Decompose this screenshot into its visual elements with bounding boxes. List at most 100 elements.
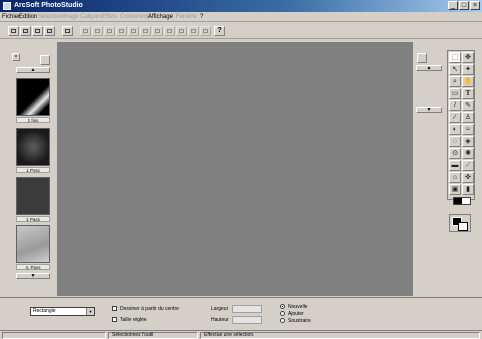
menu-edition[interactable]: Edition	[19, 13, 37, 21]
open-file-icon[interactable]	[20, 26, 31, 36]
move-tool-icon[interactable]: ✥	[462, 52, 474, 63]
fixed-size-label: Taille réglée	[120, 317, 147, 323]
sharpen-tool-icon[interactable]: ◈	[462, 136, 474, 147]
clone-tool-icon[interactable]: ◐	[449, 124, 461, 135]
crop-icon[interactable]	[140, 26, 151, 36]
eraser-tool-icon[interactable]: ▭	[449, 88, 461, 99]
status-bar: Sélectionnez l'outil Effectue une sélect…	[0, 330, 482, 339]
album-panel: × ▲ 1 fois 1 Pxss 1 Pass 4. Pass ▼	[0, 42, 57, 294]
shape-select-value: Rectangle	[33, 308, 56, 314]
height-label: Hauteur	[211, 317, 229, 323]
cut-icon[interactable]	[104, 26, 115, 36]
acquire-icon[interactable]	[32, 26, 43, 36]
smudge-tool-icon[interactable]: ≈	[462, 124, 474, 135]
width-field[interactable]	[232, 305, 262, 313]
minimize-button[interactable]: _	[448, 1, 458, 10]
print-icon[interactable]	[62, 26, 73, 36]
mode-subtract-label: Soustraire	[288, 318, 311, 324]
width-label: Largeur	[211, 306, 229, 312]
panel-scroll-up-button[interactable]: ▲	[416, 65, 442, 71]
shape-tool-icon[interactable]: ⌂	[449, 172, 461, 183]
color-picker	[449, 214, 471, 232]
panel-view-icon[interactable]	[417, 53, 427, 63]
redo-icon[interactable]	[92, 26, 103, 36]
tool-palette: ⬚ ✥ ↖ ✦ ⌕ ✋ ▭ T / ✎ ∕ ♙ ◐ ≈ ◌ ◈ ⊙ ✺ ▬ ⟋ …	[447, 50, 475, 205]
title-bar: ArcSoft PhotoStudio _ □ ×	[0, 0, 482, 12]
thumbnail-1-label: 1 fois	[16, 117, 50, 123]
rotate-icon[interactable]	[152, 26, 163, 36]
draw-from-center-label: Dessiner à partir du centre	[120, 306, 179, 312]
hand-tool-icon[interactable]: ✋	[462, 76, 474, 87]
fit-window-icon[interactable]	[200, 26, 211, 36]
mode-subtract-radio[interactable]	[280, 318, 285, 323]
brush-tool-icon[interactable]: /	[449, 100, 461, 111]
paste-icon[interactable]	[128, 26, 139, 36]
burn-tool-icon[interactable]: ✺	[462, 148, 474, 159]
help-icon[interactable]: ?	[214, 26, 225, 36]
scroll-down-button[interactable]: ▼	[16, 273, 50, 279]
thumbnail-2[interactable]	[16, 128, 50, 166]
menu-conversion[interactable]: Conversion	[120, 13, 150, 21]
menu-affichage[interactable]: Affichage	[148, 13, 173, 21]
color-swatch-icon[interactable]	[453, 197, 471, 205]
undo-icon[interactable]	[80, 26, 91, 36]
menu-effets[interactable]: Effets	[102, 13, 117, 21]
workspace-canvas[interactable]	[57, 42, 413, 296]
line-tool-icon[interactable]: ▬	[449, 160, 461, 171]
eyedropper-tool-icon[interactable]: ⟋	[462, 160, 474, 171]
scroll-up-button[interactable]: ▲	[16, 67, 50, 73]
menu-image[interactable]: Image	[62, 13, 79, 21]
stamp-tool-icon[interactable]: ▣	[449, 184, 461, 195]
background-color-swatch[interactable]	[458, 222, 468, 231]
copy-icon[interactable]	[116, 26, 127, 36]
red-eye-tool-icon[interactable]: ✜	[462, 172, 474, 183]
zoom-in-icon[interactable]	[176, 26, 187, 36]
status-hint: Effectue une sélection.	[200, 332, 480, 339]
mode-add-radio[interactable]	[280, 311, 285, 316]
dodge-tool-icon[interactable]: ⊙	[449, 148, 461, 159]
rectangle-select-tool-icon[interactable]: ⬚	[449, 52, 461, 63]
thumbnail-4[interactable]	[16, 225, 50, 263]
shape-select[interactable]: Rectangle ▼	[30, 307, 95, 316]
menu-selection[interactable]: Sélection	[38, 13, 63, 21]
zoom-out-icon[interactable]	[188, 26, 199, 36]
window-title: ArcSoft PhotoStudio	[14, 2, 83, 9]
album-close-button[interactable]: ×	[12, 53, 20, 61]
maximize-button[interactable]: □	[459, 1, 469, 10]
main-toolbar: ?	[0, 23, 482, 39]
menu-calques[interactable]: Calques	[80, 13, 102, 21]
thumbnail-3[interactable]	[16, 177, 50, 215]
menu-help[interactable]: ?	[200, 13, 203, 21]
thumbnail-1[interactable]	[16, 78, 50, 116]
mode-new-radio[interactable]	[280, 304, 285, 309]
app-icon	[3, 2, 11, 10]
zoom-tool-icon[interactable]: ⌕	[449, 76, 461, 87]
status-tool: Sélectionnez l'outil	[108, 332, 198, 339]
menu-fenetre[interactable]: Fenêtre	[176, 13, 197, 21]
draw-from-center-checkbox[interactable]	[112, 306, 117, 311]
mode-new-label: Nouvelle	[288, 304, 308, 310]
gradient-tool-icon[interactable]: ▮	[462, 184, 474, 195]
lasso-tool-icon[interactable]: ↖	[449, 64, 461, 75]
blur-tool-icon[interactable]: ◌	[449, 136, 461, 147]
airbrush-tool-icon[interactable]: ∕	[449, 112, 461, 123]
pen-tool-icon[interactable]: ✎	[462, 100, 474, 111]
fixed-size-checkbox[interactable]	[112, 317, 117, 322]
thumbnail-3-label: 1 Pass	[16, 216, 50, 222]
chevron-down-icon[interactable]: ▼	[86, 308, 94, 315]
new-file-icon[interactable]	[8, 26, 19, 36]
save-icon[interactable]	[44, 26, 55, 36]
album-view-icon[interactable]	[40, 55, 50, 65]
mode-add-label: Ajouter	[288, 311, 304, 317]
menu-bar: Fichier Edition Sélection Image Calques …	[0, 12, 482, 22]
thumbnail-2-label: 1 Pxss	[16, 167, 50, 173]
thumbnail-4-label: 4. Pass	[16, 264, 50, 270]
flip-icon[interactable]	[164, 26, 175, 36]
height-field[interactable]	[232, 316, 262, 324]
fill-tool-icon[interactable]: ♙	[462, 112, 474, 123]
magic-wand-tool-icon[interactable]: ✦	[462, 64, 474, 75]
close-button[interactable]: ×	[470, 1, 480, 10]
panel-scroll-down-button[interactable]: ▼	[416, 107, 442, 113]
text-tool-icon[interactable]: T	[462, 88, 474, 99]
menu-fichier[interactable]: Fichier	[2, 13, 20, 21]
